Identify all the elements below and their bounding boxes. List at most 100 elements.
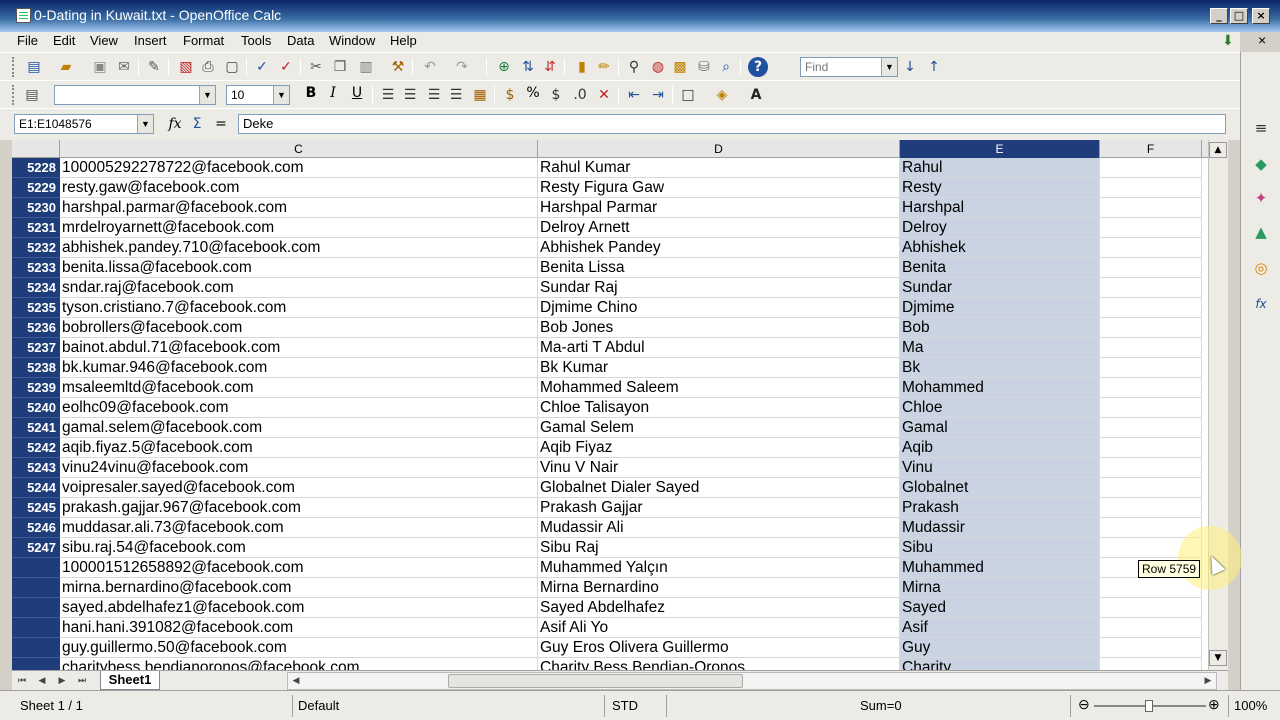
- cell-e[interactable]: Guy: [900, 638, 1100, 658]
- new-document-icon[interactable]: ▤: [24, 57, 44, 77]
- row-header[interactable]: 5239: [12, 378, 60, 398]
- borders-icon[interactable]: □: [678, 85, 698, 105]
- cell-f[interactable]: [1100, 318, 1202, 338]
- cell-e[interactable]: Bk: [900, 358, 1100, 378]
- zoom-in-icon[interactable]: ⊕: [1208, 696, 1220, 713]
- cell-d[interactable]: Mudassir Ali: [538, 518, 900, 538]
- menu-data[interactable]: Data: [287, 33, 314, 48]
- row-header[interactable]: 5230: [12, 198, 60, 218]
- row-header[interactable]: 5229: [12, 178, 60, 198]
- selection-mode[interactable]: STD: [612, 698, 638, 713]
- cell-e[interactable]: Prakash: [900, 498, 1100, 518]
- cell-c[interactable]: benita.lissa@facebook.com: [60, 258, 538, 278]
- cut-icon[interactable]: ✂: [306, 57, 326, 77]
- email-icon[interactable]: ✉: [114, 57, 134, 77]
- row-header[interactable]: [12, 638, 60, 658]
- cell-f[interactable]: [1100, 238, 1202, 258]
- cell-f[interactable]: [1100, 438, 1202, 458]
- row-header[interactable]: 5234: [12, 278, 60, 298]
- cell-d[interactable]: Sayed Abdelhafez: [538, 598, 900, 618]
- sort-ascending-icon[interactable]: ⇅: [518, 57, 538, 77]
- zoom-level[interactable]: 100%: [1234, 698, 1267, 713]
- cell-d[interactable]: Bk Kumar: [538, 358, 900, 378]
- cell-f[interactable]: [1100, 338, 1202, 358]
- increase-indent-icon[interactable]: ⇥: [648, 85, 668, 105]
- cell-c[interactable]: 100001512658892@facebook.com: [60, 558, 538, 578]
- italic-button[interactable]: I: [324, 85, 342, 101]
- cell-e[interactable]: Globalnet: [900, 478, 1100, 498]
- cell-e[interactable]: Mudassir: [900, 518, 1100, 538]
- sidebar-menu-icon[interactable]: ≡: [1251, 118, 1271, 138]
- undo-icon[interactable]: ↶: [420, 57, 440, 77]
- cell-c[interactable]: hani.hani.391082@facebook.com: [60, 618, 538, 638]
- cell-f[interactable]: [1100, 618, 1202, 638]
- cell-c[interactable]: sibu.raj.54@facebook.com: [60, 538, 538, 558]
- font-color-icon[interactable]: A: [746, 85, 766, 105]
- cell-f[interactable]: [1100, 158, 1202, 178]
- hyperlink-icon[interactable]: ⊕: [494, 57, 514, 77]
- row-header[interactable]: [12, 598, 60, 618]
- cell-c[interactable]: bainot.abdul.71@facebook.com: [60, 338, 538, 358]
- cell-f[interactable]: [1100, 358, 1202, 378]
- cell-c[interactable]: abhishek.pandey.710@facebook.com: [60, 238, 538, 258]
- cell-c[interactable]: voipresaler.sayed@facebook.com: [60, 478, 538, 498]
- menu-tools[interactable]: Tools: [241, 33, 271, 48]
- spreadsheet-grid[interactable]: C D E F 5228 5229 5230 5231 5232 5233 5234 5235…: [12, 140, 1228, 670]
- row-header[interactable]: 5236: [12, 318, 60, 338]
- cell-e[interactable]: Harshpal: [900, 198, 1100, 218]
- cell-e[interactable]: Asif: [900, 618, 1100, 638]
- styles-formatting-icon[interactable]: ✦: [1251, 188, 1271, 208]
- maximize-button[interactable]: □: [1230, 8, 1248, 24]
- chevron-down-icon[interactable]: ▼: [881, 58, 897, 76]
- zoom-icon[interactable]: ⌕: [716, 57, 736, 77]
- percent-format-button[interactable]: %: [524, 85, 542, 101]
- find-replace-icon[interactable]: ⚲: [624, 57, 644, 77]
- last-sheet-icon[interactable]: ⏭: [74, 673, 90, 689]
- export-pdf-icon[interactable]: ▧: [176, 57, 196, 77]
- cell-e[interactable]: Sayed: [900, 598, 1100, 618]
- row-header[interactable]: 5228: [12, 158, 60, 178]
- row-header[interactable]: 5232: [12, 238, 60, 258]
- align-left-icon[interactable]: ☰: [378, 85, 398, 105]
- autospellcheck-icon[interactable]: ✓: [276, 57, 296, 77]
- cell-d[interactable]: Muhammed Yalçın: [538, 558, 900, 578]
- redo-icon[interactable]: ↷: [452, 57, 472, 77]
- cell-d[interactable]: Harshpal Parmar: [538, 198, 900, 218]
- cell-f[interactable]: [1100, 458, 1202, 478]
- cell-d[interactable]: Gamal Selem: [538, 418, 900, 438]
- menu-window[interactable]: Window: [329, 33, 375, 48]
- cell-f[interactable]: [1100, 258, 1202, 278]
- cell-c[interactable]: prakash.gajjar.967@facebook.com: [60, 498, 538, 518]
- cell-e[interactable]: Benita: [900, 258, 1100, 278]
- row-header[interactable]: [12, 558, 60, 578]
- cell-d[interactable]: Djmime Chino: [538, 298, 900, 318]
- row-header[interactable]: 5242: [12, 438, 60, 458]
- cell-e[interactable]: Vinu: [900, 458, 1100, 478]
- find-previous-icon[interactable]: ↑: [924, 57, 944, 77]
- delete-decimal-icon[interactable]: ✕: [594, 85, 614, 105]
- cell-d[interactable]: Benita Lissa: [538, 258, 900, 278]
- cell-c[interactable]: eolhc09@facebook.com: [60, 398, 538, 418]
- cell-d[interactable]: Prakash Gajjar: [538, 498, 900, 518]
- cell-c[interactable]: harshpal.parmar@facebook.com: [60, 198, 538, 218]
- column-header-e[interactable]: E: [900, 140, 1100, 158]
- row-header[interactable]: 5231: [12, 218, 60, 238]
- cell-c[interactable]: bk.kumar.946@facebook.com: [60, 358, 538, 378]
- cell-e[interactable]: Charity: [900, 658, 1100, 670]
- cell-e[interactable]: Resty: [900, 178, 1100, 198]
- toolbar-handle[interactable]: [12, 85, 16, 105]
- cell-f[interactable]: [1100, 218, 1202, 238]
- find-input[interactable]: Find ▼: [800, 57, 898, 77]
- menu-edit[interactable]: Edit: [53, 33, 75, 48]
- spellcheck-icon[interactable]: ✓: [252, 57, 272, 77]
- scroll-down-icon[interactable]: ▼: [1209, 650, 1227, 666]
- cell-c[interactable]: 100005292278722@facebook.com: [60, 158, 538, 178]
- select-all-corner[interactable]: [12, 140, 60, 158]
- sheet-tab-sheet1[interactable]: Sheet1: [100, 671, 160, 690]
- cell-f[interactable]: [1100, 398, 1202, 418]
- help-icon[interactable]: ?: [748, 57, 768, 77]
- copy-icon[interactable]: ❐: [330, 57, 350, 77]
- row-header[interactable]: 5233: [12, 258, 60, 278]
- cell-d[interactable]: Guy Eros Olivera Guillermo: [538, 638, 900, 658]
- row-header[interactable]: 5238: [12, 358, 60, 378]
